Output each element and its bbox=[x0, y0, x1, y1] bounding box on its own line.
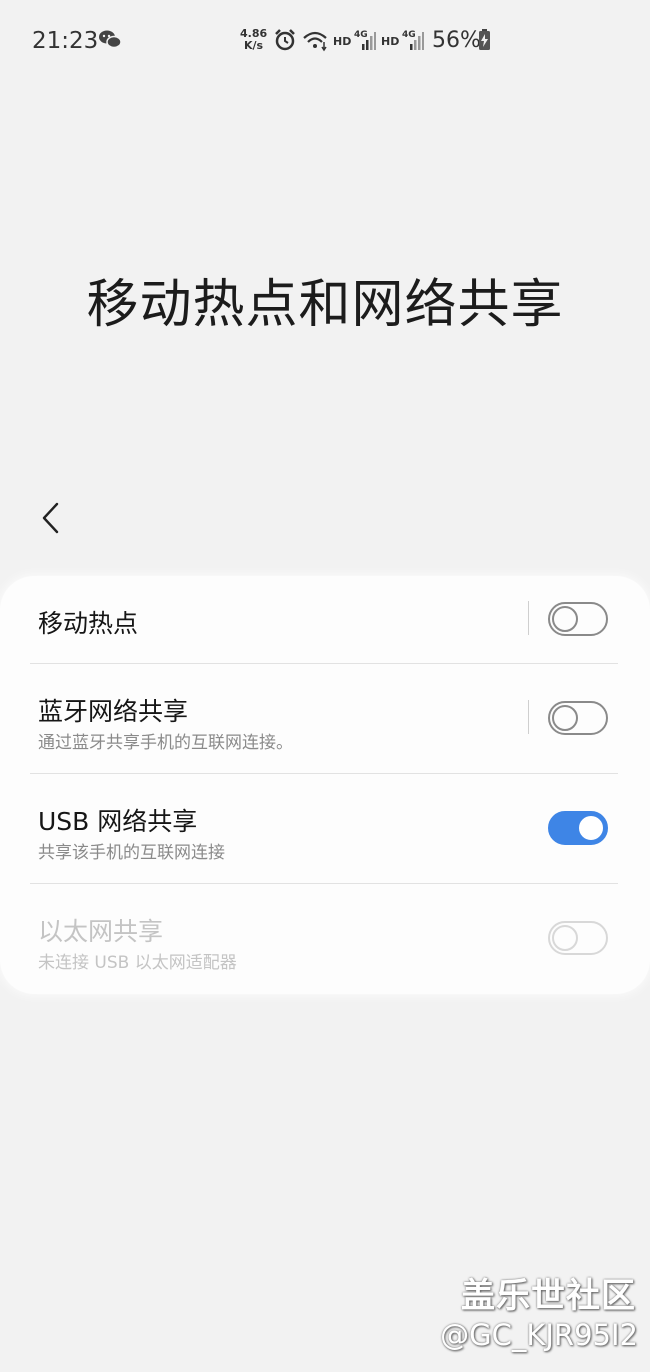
list-item-usb-tethering[interactable]: USB 网络共享 共享该手机的互联网连接 bbox=[0, 774, 650, 884]
battery-percent: 56% bbox=[432, 28, 481, 53]
switch-knob bbox=[552, 705, 578, 731]
bluetooth-tethering-switch[interactable] bbox=[548, 701, 608, 735]
row-divider bbox=[528, 601, 529, 635]
row-title: 以太网共享 bbox=[38, 917, 164, 946]
mobile-hotspot-switch[interactable] bbox=[548, 602, 608, 636]
list-item-ethernet-tethering: 以太网共享 未连接 USB 以太网适配器 bbox=[0, 884, 650, 994]
hd-label-1: HD bbox=[333, 35, 352, 48]
network-type-1: 4G bbox=[354, 30, 368, 40]
list-item-bluetooth-tethering[interactable]: 蓝牙网络共享 通过蓝牙共享手机的互联网连接。 bbox=[0, 664, 650, 774]
back-button[interactable] bbox=[30, 496, 70, 540]
row-title: 移动热点 bbox=[38, 609, 139, 638]
usb-tethering-switch[interactable] bbox=[548, 811, 608, 845]
network-speed: 4.86 K/s bbox=[240, 28, 267, 52]
wechat-icon bbox=[98, 29, 122, 51]
signal-icon-2: 4G bbox=[402, 28, 424, 52]
settings-card: 移动热点 蓝牙网络共享 通过蓝牙共享手机的互联网连接。 USB 网络共享 共享该… bbox=[0, 576, 650, 994]
network-type-2: 4G bbox=[402, 30, 416, 40]
alarm-icon bbox=[274, 29, 296, 51]
status-bar: 21:23 4.86 K/s HD 4G HD 4G 56% bbox=[0, 0, 650, 80]
chevron-left-icon bbox=[42, 502, 59, 534]
status-time: 21:23 bbox=[32, 28, 99, 54]
switch-knob bbox=[552, 606, 578, 632]
row-title: 蓝牙网络共享 bbox=[38, 697, 189, 726]
signal-icon-1: 4G bbox=[354, 28, 376, 52]
row-subtitle: 通过蓝牙共享手机的互联网连接。 bbox=[38, 733, 293, 753]
page-title: 移动热点和网络共享 bbox=[86, 275, 564, 335]
network-speed-unit: K/s bbox=[244, 39, 264, 52]
switch-knob bbox=[552, 925, 578, 951]
row-subtitle: 未连接 USB 以太网适配器 bbox=[38, 953, 237, 973]
ethernet-tethering-switch bbox=[548, 921, 608, 955]
hd-label-2: HD bbox=[381, 35, 400, 48]
row-divider bbox=[528, 700, 529, 734]
battery-charging-icon bbox=[478, 29, 491, 51]
wifi-icon bbox=[302, 30, 330, 52]
list-item-mobile-hotspot[interactable]: 移动热点 bbox=[0, 576, 650, 664]
watermark-handle: @GC_KJR95I2 bbox=[440, 1318, 638, 1352]
switch-knob bbox=[577, 814, 605, 842]
settings-screen: 21:23 4.86 K/s HD 4G HD 4G 56% 移动热点和网络共享… bbox=[0, 0, 650, 1372]
row-subtitle: 共享该手机的互联网连接 bbox=[38, 843, 225, 863]
watermark-logo: 盖乐世社区 bbox=[461, 1276, 636, 1316]
row-title: USB 网络共享 bbox=[38, 807, 198, 836]
